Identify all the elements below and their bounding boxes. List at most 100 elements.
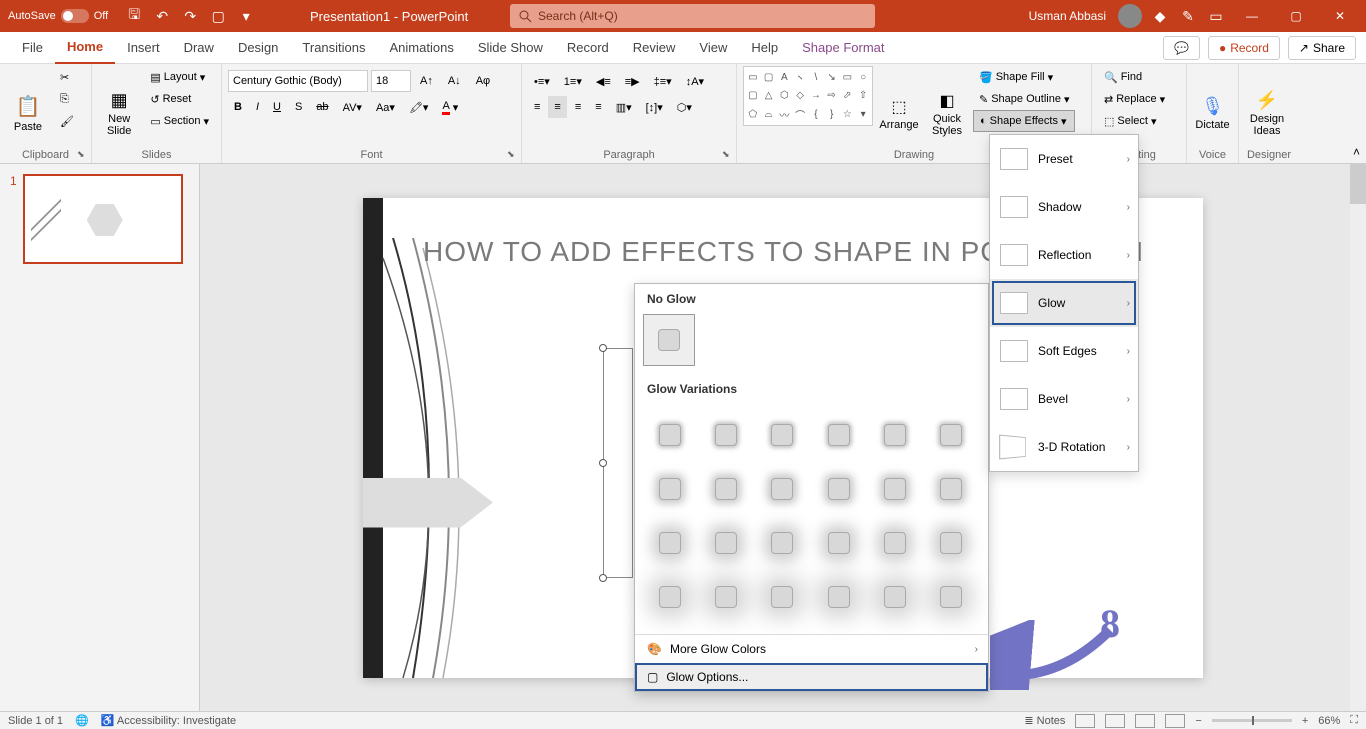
reset-button[interactable]: ↺ Reset: [144, 88, 215, 110]
indent-increase-button[interactable]: ≡▶: [619, 70, 646, 92]
align-center-button[interactable]: ≡: [548, 96, 566, 118]
glow-swatch[interactable]: [647, 412, 693, 458]
slideshow-icon[interactable]: ▢: [208, 6, 228, 26]
tab-slideshow[interactable]: Slide Show: [466, 32, 555, 64]
shapes-gallery[interactable]: ▭▢A丶\↘▭○ ▢△⬡◇→⇨⬀⇧ ⬠⌓〰⌒{}☆▾: [743, 66, 873, 126]
glow-swatch[interactable]: [759, 520, 805, 566]
resize-handle[interactable]: [599, 459, 607, 467]
text-direction-button[interactable]: ↕A▾: [680, 70, 710, 92]
reading-view-button[interactable]: [1135, 714, 1155, 728]
autosave-toggle[interactable]: AutoSave Off: [0, 9, 116, 23]
close-button[interactable]: ✕: [1322, 0, 1358, 32]
align-text-button[interactable]: [↕]▾: [640, 96, 669, 118]
strikethrough-button[interactable]: ab: [310, 96, 334, 118]
decrease-font-button[interactable]: A↓: [442, 70, 467, 92]
maximize-button[interactable]: ▢: [1278, 0, 1314, 32]
scroll-thumb[interactable]: [1350, 164, 1366, 204]
tab-help[interactable]: Help: [739, 32, 790, 64]
redo-icon[interactable]: ↷: [180, 6, 200, 26]
glow-swatch[interactable]: [816, 412, 862, 458]
font-name-input[interactable]: [228, 70, 368, 92]
tab-file[interactable]: File: [10, 32, 55, 64]
zoom-out-button[interactable]: −: [1195, 715, 1201, 727]
font-color-button[interactable]: A▾: [436, 96, 464, 118]
bullets-button[interactable]: •≡▾: [528, 70, 556, 92]
paste-button[interactable]: 📋Paste: [6, 66, 50, 161]
save-icon[interactable]: 🖫: [124, 6, 144, 26]
resize-handle[interactable]: [599, 574, 607, 582]
increase-font-button[interactable]: A↑: [414, 70, 439, 92]
vertical-scrollbar[interactable]: [1350, 164, 1366, 711]
clear-format-button[interactable]: Aφ: [470, 70, 496, 92]
glow-swatch[interactable]: [816, 520, 862, 566]
zoom-slider[interactable]: [1212, 719, 1292, 722]
bold-button[interactable]: B: [228, 96, 248, 118]
sorter-view-button[interactable]: [1105, 714, 1125, 728]
effects-bevel[interactable]: Bevel›: [990, 375, 1138, 423]
numbering-button[interactable]: 1≡▾: [558, 70, 588, 92]
toggle-switch[interactable]: [61, 9, 89, 23]
pencil-icon[interactable]: ✎: [1178, 6, 1198, 26]
select-button[interactable]: ⬚ Select ▾: [1098, 110, 1171, 132]
align-left-button[interactable]: ≡: [528, 96, 546, 118]
highlight-button[interactable]: 🖍▾: [403, 96, 435, 118]
slide-position[interactable]: Slide 1 of 1: [8, 715, 63, 727]
zoom-level[interactable]: 66%: [1318, 715, 1340, 727]
section-button[interactable]: ▭ Section ▾: [144, 110, 215, 132]
search-input[interactable]: Search (Alt+Q): [510, 4, 875, 28]
tab-draw[interactable]: Draw: [172, 32, 226, 64]
font-launcher[interactable]: ⬊: [507, 149, 517, 159]
dictate-button[interactable]: 🎙Dictate: [1193, 66, 1232, 161]
notes-button[interactable]: ≣ Notes: [1024, 714, 1065, 727]
user-name[interactable]: Usman Abbasi: [1029, 9, 1106, 23]
shape-effects-button[interactable]: ◐ Shape Effects ▾: [973, 110, 1075, 132]
resize-handle[interactable]: [599, 344, 607, 352]
minimize-button[interactable]: —: [1234, 0, 1270, 32]
glow-swatch[interactable]: [928, 412, 974, 458]
glow-swatch[interactable]: [647, 466, 693, 512]
smartart-button[interactable]: ⬡▾: [671, 96, 698, 118]
glow-swatch[interactable]: [647, 520, 693, 566]
glow-swatch[interactable]: [816, 466, 862, 512]
tab-design[interactable]: Design: [226, 32, 290, 64]
tab-animations[interactable]: Animations: [378, 32, 466, 64]
effects-glow[interactable]: Glow›: [990, 279, 1138, 327]
glow-swatch[interactable]: [703, 412, 749, 458]
tab-home[interactable]: Home: [55, 32, 115, 64]
replace-button[interactable]: ⇄ Replace ▾: [1098, 88, 1171, 110]
quick-styles-button[interactable]: ◧Quick Styles: [925, 66, 969, 161]
cut-button[interactable]: ✂: [54, 66, 80, 88]
ribbon-display-icon[interactable]: ▭: [1206, 6, 1226, 26]
tab-shape-format[interactable]: Shape Format: [790, 32, 896, 64]
undo-icon[interactable]: ↶: [152, 6, 172, 26]
format-painter-button[interactable]: 🖌: [54, 110, 80, 132]
copy-button[interactable]: ⎘: [54, 88, 80, 110]
collapse-ribbon-button[interactable]: ˄: [1353, 145, 1360, 159]
glow-swatch[interactable]: [703, 574, 749, 620]
language-icon[interactable]: 🌐: [75, 714, 89, 727]
record-button[interactable]: ● Record: [1208, 36, 1280, 60]
comments-button[interactable]: 💬: [1163, 36, 1200, 60]
italic-button[interactable]: I: [250, 96, 265, 118]
arrange-button[interactable]: ⬚Arrange: [877, 66, 921, 161]
glow-swatch[interactable]: [759, 412, 805, 458]
no-glow-option[interactable]: [643, 314, 695, 366]
effects-3d-rotation[interactable]: 3-D Rotation›: [990, 423, 1138, 471]
tab-view[interactable]: View: [687, 32, 739, 64]
glow-swatch[interactable]: [759, 574, 805, 620]
glow-swatch[interactable]: [816, 574, 862, 620]
glow-swatch[interactable]: [928, 574, 974, 620]
normal-view-button[interactable]: [1075, 714, 1095, 728]
more-glow-colors[interactable]: 🎨More Glow Colors›: [635, 635, 988, 663]
share-button[interactable]: ↗ Share: [1288, 36, 1356, 60]
glow-swatch[interactable]: [872, 412, 918, 458]
diamond-icon[interactable]: ◆: [1150, 6, 1170, 26]
shadow-text-button[interactable]: S: [289, 96, 308, 118]
avatar[interactable]: [1118, 4, 1142, 28]
accessibility-status[interactable]: ♿ Accessibility: Investigate: [101, 714, 236, 727]
find-button[interactable]: 🔍 Find: [1098, 66, 1171, 88]
tab-transitions[interactable]: Transitions: [290, 32, 377, 64]
shape-outline-button[interactable]: ✎ Shape Outline ▾: [973, 88, 1075, 110]
customize-icon[interactable]: ▾: [236, 6, 256, 26]
layout-button[interactable]: ▤ Layout ▾: [144, 66, 215, 88]
